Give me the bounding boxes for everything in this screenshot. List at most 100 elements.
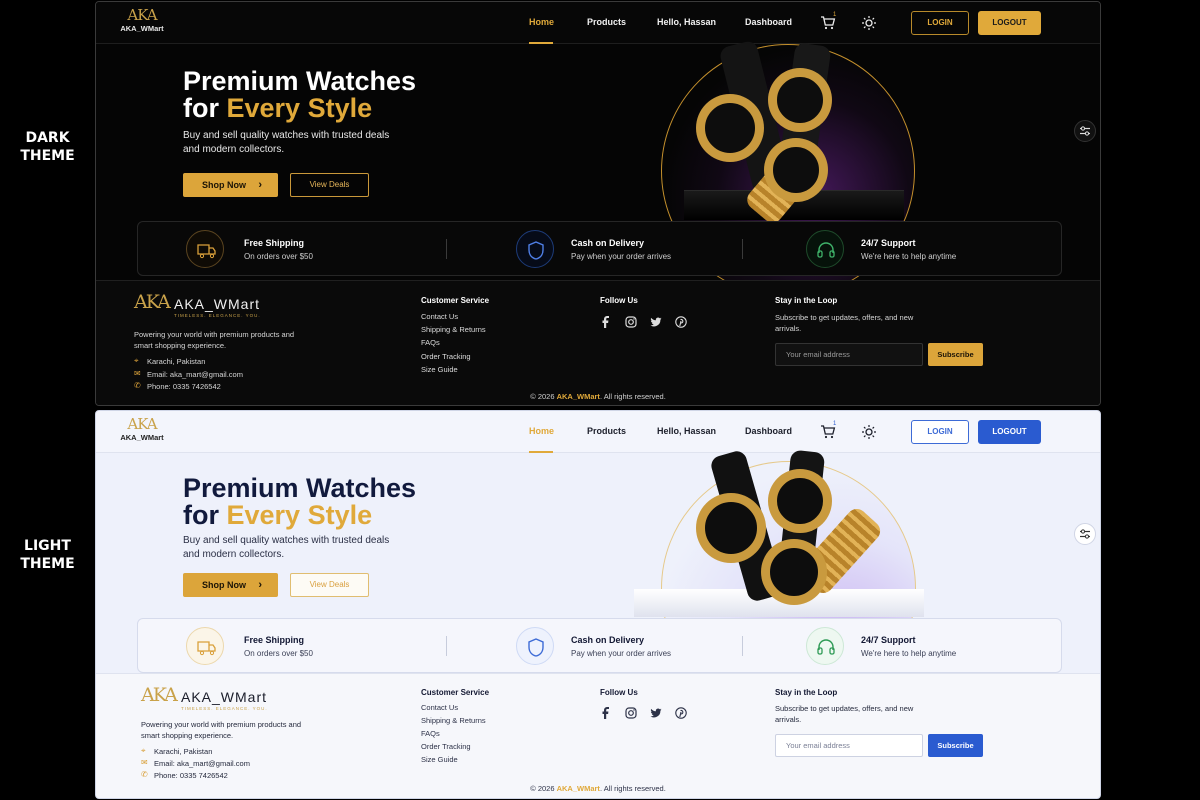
chevron-right-icon: › [258, 179, 262, 191]
nav-user-greeting[interactable]: Hello, Hassan [657, 426, 716, 436]
newsletter-email-input[interactable]: Your email address [775, 343, 923, 366]
mail-icon: ✉ [134, 369, 141, 378]
footer-link-shipping[interactable]: Shipping & Returns [421, 325, 486, 334]
chevron-right-icon: › [258, 579, 262, 591]
login-button[interactable]: LOGIN [911, 420, 969, 444]
footer-link-tracking[interactable]: Order Tracking [421, 352, 471, 361]
logout-button[interactable]: LOGOUT [978, 420, 1041, 444]
hero-subtitle: Buy and sell quality watches with truste… [183, 535, 390, 560]
headset-icon [817, 242, 835, 258]
facebook-icon[interactable] [600, 316, 612, 328]
footer-link-size-guide[interactable]: Size Guide [421, 365, 458, 374]
nav-products[interactable]: Products [587, 17, 626, 27]
cart-count-badge: 1 [833, 12, 837, 18]
light-theme-screenshot: AKA AKA_WMart Home Products Hello, Hassa… [95, 410, 1101, 799]
twitter-icon[interactable] [650, 316, 662, 328]
newsletter-text: Subscribe to get updates, offers, and ne… [775, 704, 914, 724]
sliders-icon [1080, 529, 1090, 539]
hero-title: Premium Watches for Every Style [183, 66, 417, 123]
instagram-icon[interactable] [625, 707, 637, 719]
footer-link-size-guide[interactable]: Size Guide [421, 755, 458, 764]
sliders-icon [1080, 126, 1090, 136]
watch-product-image [768, 68, 832, 132]
footer-about: Powering your world with premium product… [141, 720, 302, 740]
instagram-icon[interactable] [625, 316, 637, 328]
watch-product-image [764, 138, 828, 202]
headset-icon-badge [806, 627, 844, 665]
nav-home[interactable]: Home [529, 17, 554, 27]
view-deals-button[interactable]: View Deals [290, 573, 369, 597]
customer-service-heading: Customer Service [421, 296, 490, 305]
nav-dashboard[interactable]: Dashboard [745, 426, 792, 436]
settings-sliders-button[interactable] [1074, 523, 1096, 545]
footer-location: Karachi, Pakistan [154, 747, 213, 756]
sun-icon[interactable] [861, 15, 877, 31]
copyright: © 2026 AKA_WMart. All rights reserved. [530, 784, 666, 793]
settings-sliders-button[interactable] [1074, 120, 1096, 142]
divider [742, 636, 743, 656]
shield-icon [528, 241, 544, 260]
facebook-icon[interactable] [600, 707, 612, 719]
feature-title: 24/7 Support [861, 238, 916, 248]
dark-theme-label: DARK THEME [20, 130, 75, 164]
feature-title: Free Shipping [244, 238, 305, 248]
login-button[interactable]: LOGIN [911, 11, 969, 35]
shield-icon-badge [516, 627, 554, 665]
feature-title: Free Shipping [244, 635, 305, 645]
pinterest-icon[interactable] [675, 316, 687, 328]
location-pin-icon: ⌖ [141, 746, 146, 755]
footer-link-faqs[interactable]: FAQs [421, 338, 440, 347]
divider [446, 239, 447, 259]
footer-email: Email: aka_mart@gmail.com [147, 370, 243, 379]
footer: AKA AKA_WMart TIMELESS. ELEGANCE. YOU. P… [96, 673, 1100, 798]
dark-theme-screenshot: AKA AKA_WMart Home Products Hello, Hassa… [95, 1, 1101, 406]
headset-icon-badge [806, 230, 844, 268]
logo[interactable]: AKA AKA_WMart [116, 6, 168, 40]
navbar: AKA AKA_WMart Home Products Hello, Hassa… [96, 411, 1100, 453]
feature-subtitle: We're here to help anytime [861, 252, 957, 261]
view-deals-button[interactable]: View Deals [290, 173, 369, 197]
nav-products[interactable]: Products [587, 426, 626, 436]
logo[interactable]: AKA AKA_WMart [116, 415, 168, 449]
footer-link-contact[interactable]: Contact Us [421, 312, 458, 321]
subscribe-button[interactable]: Subscribe [928, 734, 983, 757]
nav-dashboard[interactable]: Dashboard [745, 17, 792, 27]
truck-icon-badge [186, 627, 224, 665]
newsletter-heading: Stay in the Loop [775, 688, 838, 697]
newsletter-email-input[interactable]: Your email address [775, 734, 923, 757]
shop-now-button[interactable]: Shop Now › [183, 573, 278, 597]
footer-location: Karachi, Pakistan [147, 357, 206, 366]
nav-home[interactable]: Home [529, 426, 554, 436]
shop-now-button[interactable]: Shop Now › [183, 173, 278, 197]
truck-icon [197, 244, 216, 259]
follow-us-heading: Follow Us [600, 688, 638, 697]
divider [742, 239, 743, 259]
watch-product-image [768, 469, 832, 533]
truck-icon-badge [186, 230, 224, 268]
phone-icon: ✆ [141, 770, 148, 779]
feature-subtitle: On orders over $50 [244, 649, 313, 658]
copyright: © 2026 AKA_WMart. All rights reserved. [530, 392, 666, 401]
footer-link-tracking[interactable]: Order Tracking [421, 742, 471, 751]
feature-title: Cash on Delivery [571, 635, 645, 645]
subscribe-button[interactable]: Subscribe [928, 343, 983, 366]
sun-icon[interactable] [861, 424, 877, 440]
features-strip: Free Shipping On orders over $50 Cash on… [137, 618, 1062, 673]
navbar: AKA AKA_WMart Home Products Hello, Hassa… [96, 2, 1100, 44]
features-strip: Free Shipping On orders over $50 Cash on… [137, 221, 1062, 276]
hero-subtitle: Buy and sell quality watches with truste… [183, 130, 390, 155]
footer: AKA AKA_WMart TIMELESS. ELEGANCE. YOU. P… [96, 280, 1100, 405]
twitter-icon[interactable] [650, 707, 662, 719]
headset-icon [817, 639, 835, 655]
footer-link-faqs[interactable]: FAQs [421, 729, 440, 738]
logout-button[interactable]: LOGOUT [978, 11, 1041, 35]
footer-email: Email: aka_mart@gmail.com [154, 759, 250, 768]
shield-icon-badge [516, 230, 554, 268]
pinterest-icon[interactable] [675, 707, 687, 719]
footer-link-shipping[interactable]: Shipping & Returns [421, 716, 486, 725]
feature-subtitle: We're here to help anytime [861, 649, 957, 658]
feature-title: Cash on Delivery [571, 238, 645, 248]
footer-about: Powering your world with premium product… [134, 330, 295, 350]
nav-user-greeting[interactable]: Hello, Hassan [657, 17, 716, 27]
footer-link-contact[interactable]: Contact Us [421, 703, 458, 712]
